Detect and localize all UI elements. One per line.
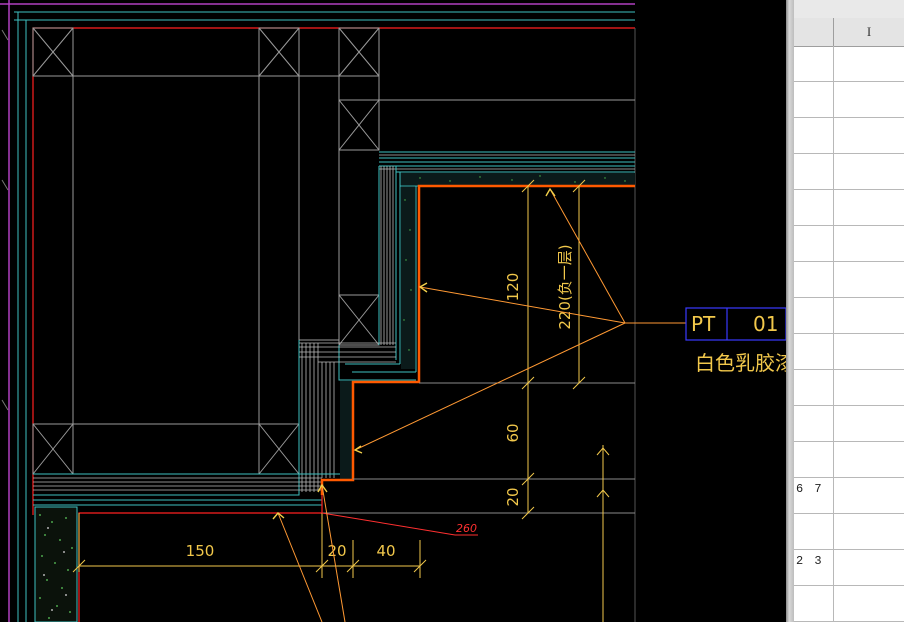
column-header-I[interactable]: I bbox=[834, 18, 904, 46]
cell-value: 2 3 bbox=[796, 554, 824, 568]
cell[interactable] bbox=[794, 406, 834, 441]
table-row bbox=[794, 46, 904, 82]
cell[interactable] bbox=[794, 442, 834, 477]
cell[interactable] bbox=[794, 298, 834, 333]
cell[interactable] bbox=[834, 406, 904, 441]
dim-20-horizontal: 20 bbox=[327, 542, 346, 560]
table-row bbox=[794, 334, 904, 370]
cell[interactable] bbox=[834, 586, 904, 621]
cell[interactable] bbox=[794, 334, 834, 369]
cell[interactable] bbox=[794, 370, 834, 405]
cell[interactable] bbox=[834, 298, 904, 333]
table-row bbox=[794, 298, 904, 334]
cell[interactable] bbox=[794, 262, 834, 297]
table-row: 6 7 bbox=[794, 478, 904, 514]
column-header-row: I bbox=[794, 18, 904, 47]
column-header-blank[interactable] bbox=[794, 18, 834, 46]
material-description: 白色乳胶漆 bbox=[695, 351, 786, 375]
dim-60: 60 bbox=[504, 423, 522, 442]
concrete-hatch bbox=[34, 506, 78, 622]
cell[interactable] bbox=[834, 514, 904, 549]
cell[interactable] bbox=[834, 262, 904, 297]
cell[interactable] bbox=[834, 190, 904, 225]
table-row bbox=[794, 226, 904, 262]
dim-220: 220(负一层) bbox=[556, 244, 574, 329]
spreadsheet-toolbar-strip bbox=[794, 0, 904, 19]
dim-20-vertical: 20 bbox=[504, 487, 522, 506]
cell-value: 6 7 bbox=[796, 482, 824, 496]
table-row bbox=[794, 82, 904, 118]
horizontal-dimensions bbox=[72, 513, 427, 578]
cell[interactable] bbox=[834, 478, 904, 513]
cell[interactable] bbox=[794, 118, 834, 153]
table-row bbox=[794, 262, 904, 298]
cell[interactable] bbox=[834, 82, 904, 117]
table-row bbox=[794, 118, 904, 154]
cell[interactable] bbox=[794, 190, 834, 225]
cell[interactable] bbox=[834, 46, 904, 81]
dim-150: 150 bbox=[186, 542, 215, 560]
dim-40: 40 bbox=[376, 542, 395, 560]
cell[interactable] bbox=[834, 154, 904, 189]
cell[interactable] bbox=[834, 370, 904, 405]
cad-drawing-canvas[interactable]: 120 220(负一层) 60 20 150 20 40 260 PT 01 白… bbox=[0, 0, 786, 622]
red-callout-text: 260 bbox=[456, 522, 477, 535]
cell[interactable] bbox=[834, 226, 904, 261]
red-callout-leader bbox=[321, 512, 478, 536]
cell[interactable] bbox=[794, 46, 834, 81]
table-row bbox=[794, 442, 904, 478]
table-row bbox=[794, 514, 904, 550]
table-row bbox=[794, 406, 904, 442]
material-code: PT bbox=[691, 312, 716, 336]
dim-120: 120 bbox=[504, 273, 522, 302]
window-split-divider[interactable] bbox=[786, 0, 794, 622]
spreadsheet-panel[interactable]: I 6 7 2 3 bbox=[794, 0, 904, 622]
cell[interactable] bbox=[794, 514, 834, 549]
cell[interactable] bbox=[834, 118, 904, 153]
cell[interactable] bbox=[834, 334, 904, 369]
cell[interactable] bbox=[834, 442, 904, 477]
cell[interactable] bbox=[794, 82, 834, 117]
table-row: 2 3 bbox=[794, 550, 904, 586]
table-row bbox=[794, 370, 904, 406]
table-row bbox=[794, 190, 904, 226]
cell[interactable]: 6 7 bbox=[794, 478, 834, 513]
cell[interactable] bbox=[794, 154, 834, 189]
board-layers-vertical bbox=[380, 166, 394, 345]
board-layers-bottom bbox=[33, 477, 322, 491]
cell[interactable] bbox=[834, 550, 904, 585]
cell[interactable] bbox=[794, 226, 834, 261]
table-row bbox=[794, 586, 904, 622]
material-number: 01 bbox=[753, 312, 778, 336]
cell[interactable] bbox=[794, 586, 834, 621]
table-row bbox=[794, 154, 904, 190]
cell[interactable]: 2 3 bbox=[794, 550, 834, 585]
